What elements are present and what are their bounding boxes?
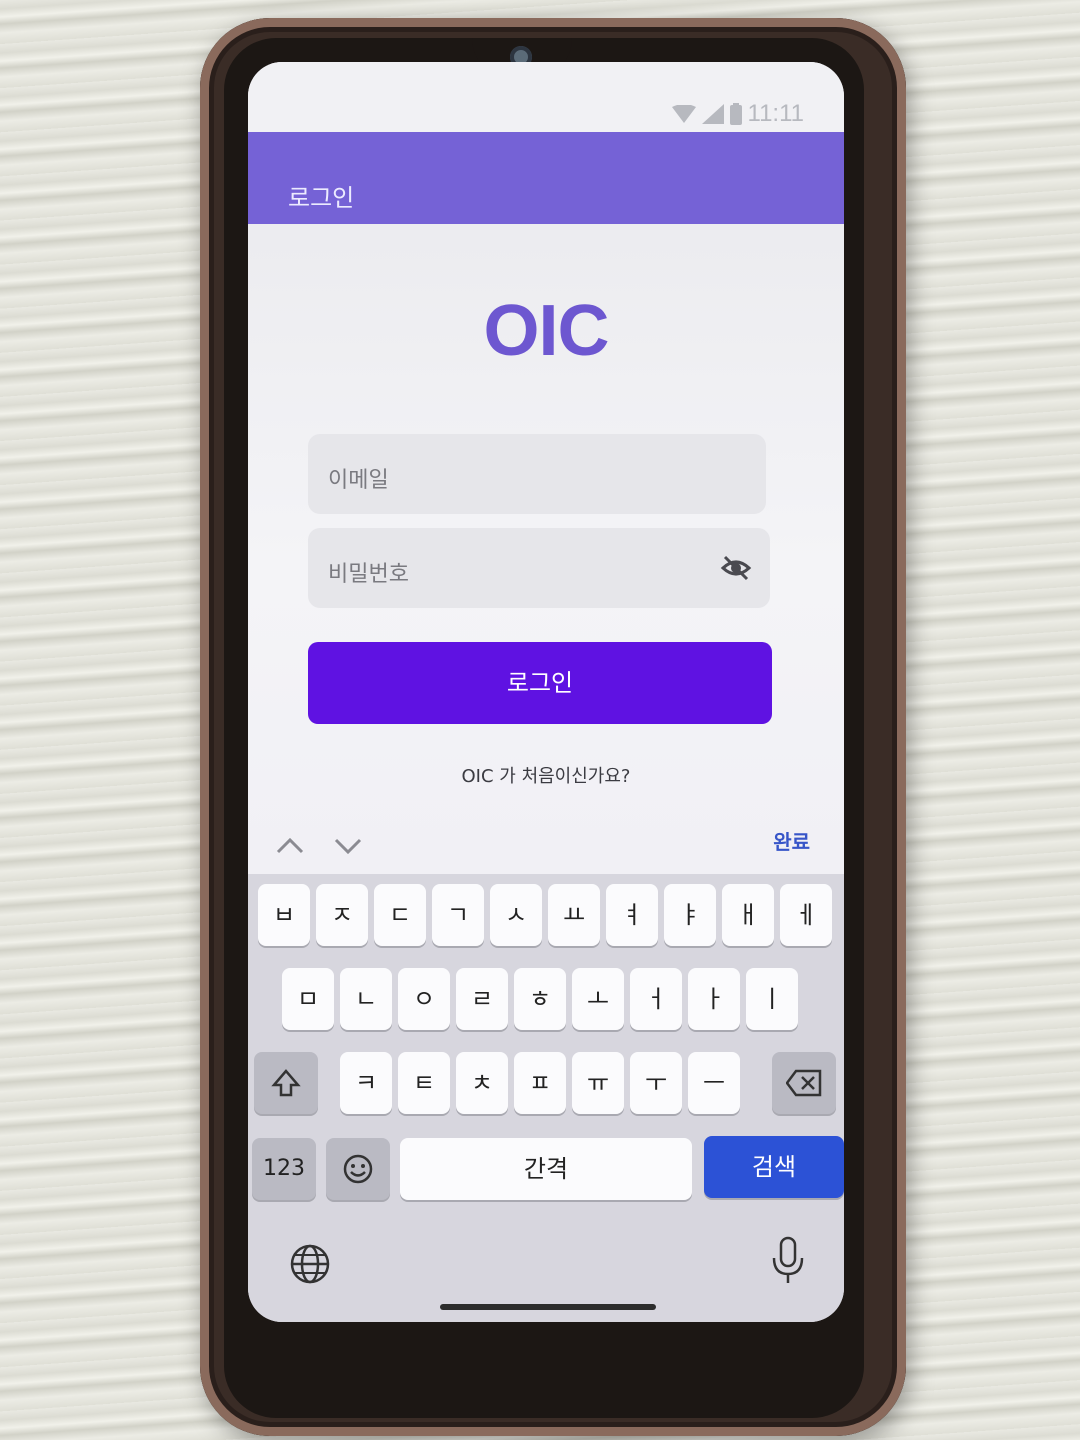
keyboard-toolbar: 완료 [248, 818, 844, 878]
key[interactable]: ㅛ [548, 884, 600, 946]
key[interactable]: ㅁ [282, 968, 334, 1030]
key[interactable]: ㅍ [514, 1052, 566, 1114]
key[interactable]: ㅏ [688, 968, 740, 1030]
status-icons: 11:11 [671, 100, 805, 128]
emoji-icon [343, 1154, 373, 1184]
key[interactable]: ㅑ [664, 884, 716, 946]
chevron-down-icon[interactable] [332, 830, 364, 862]
key[interactable]: ㅣ [746, 968, 798, 1030]
login-button[interactable]: 로그인 [308, 642, 772, 724]
done-button[interactable]: 완료 [773, 826, 810, 855]
backspace-key[interactable] [772, 1052, 836, 1114]
microphone-icon[interactable] [770, 1236, 806, 1286]
app-bar: 로그인 [248, 132, 844, 224]
emoji-key[interactable] [326, 1138, 390, 1200]
password-field[interactable]: 비밀번호 [308, 528, 770, 608]
home-indicator[interactable] [440, 1304, 656, 1310]
shift-icon [271, 1069, 301, 1097]
globe-icon[interactable] [288, 1242, 332, 1286]
key[interactable]: ㅗ [572, 968, 624, 1030]
key[interactable]: ㅜ [630, 1052, 682, 1114]
key[interactable]: ㅔ [780, 884, 832, 946]
signup-link[interactable]: OIC 가 처음이신가요? [248, 762, 844, 788]
email-field[interactable]: 이메일 [308, 434, 766, 514]
numbers-key[interactable]: 123 [252, 1138, 316, 1200]
chevron-up-icon[interactable] [274, 830, 306, 862]
key[interactable]: ㄷ [374, 884, 426, 946]
key[interactable]: ㅡ [688, 1052, 740, 1114]
shift-key[interactable] [254, 1052, 318, 1114]
key[interactable]: ㅅ [490, 884, 542, 946]
screen: 11:11 로그인 OIC 이메일 비밀번호 로그인 OIC 가 처음이신가요?… [248, 62, 844, 1322]
key[interactable]: ㅐ [722, 884, 774, 946]
key[interactable]: ㅇ [398, 968, 450, 1030]
key[interactable]: ㅌ [398, 1052, 450, 1114]
key[interactable]: ㅠ [572, 1052, 624, 1114]
backspace-icon [785, 1069, 822, 1097]
app-bar-title: 로그인 [288, 184, 355, 212]
signal-icon [701, 104, 724, 124]
key[interactable]: ㅋ [340, 1052, 392, 1114]
key[interactable]: ㅈ [316, 884, 368, 946]
key[interactable]: ㄹ [456, 968, 508, 1030]
key[interactable]: ㅕ [606, 884, 658, 946]
app-logo: OIC [483, 291, 609, 371]
status-time: 11:11 [747, 100, 805, 127]
key[interactable]: ㄴ [340, 968, 392, 1030]
key[interactable]: ㄱ [432, 884, 484, 946]
email-placeholder: 이메일 [328, 468, 389, 493]
key[interactable]: ㅊ [456, 1052, 508, 1114]
key[interactable]: ㅂ [258, 884, 310, 946]
space-key[interactable]: 간격 [400, 1138, 692, 1200]
password-placeholder: 비밀번호 [328, 562, 409, 587]
wifi-icon [671, 105, 696, 123]
visibility-off-icon[interactable] [720, 552, 752, 584]
search-key[interactable]: 검색 [704, 1136, 844, 1198]
key[interactable]: ㅓ [630, 968, 682, 1030]
battery-icon [729, 103, 742, 125]
key[interactable]: ㅎ [514, 968, 566, 1030]
status-bar: 11:11 [248, 62, 844, 132]
